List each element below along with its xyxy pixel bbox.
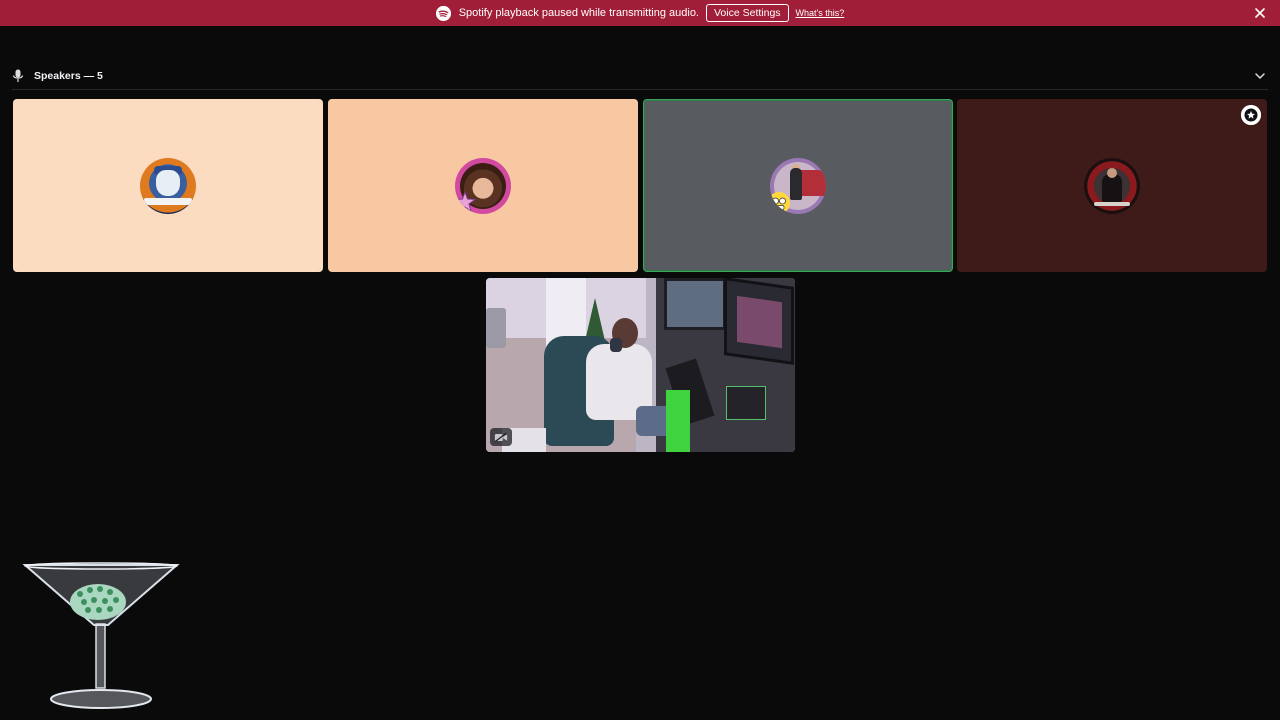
video-tile-streamer[interactable]	[486, 278, 795, 452]
speaker-tile-2[interactable]	[328, 99, 638, 272]
speaker-tile-1[interactable]	[13, 99, 323, 272]
star-decoration-icon	[455, 190, 477, 213]
close-icon[interactable]	[1252, 5, 1268, 21]
stage-moderator-icon	[1241, 105, 1261, 125]
whats-this-link[interactable]: What's this?	[796, 8, 845, 18]
chevron-down-icon[interactable]	[1254, 69, 1266, 81]
man-with-truck-avatar	[770, 157, 826, 214]
spotify-icon	[435, 5, 451, 21]
woman-portrait-avatar	[455, 157, 511, 214]
notice-bar: Spotify playback paused while transmitti…	[0, 0, 1280, 26]
emoji-icon	[770, 191, 790, 214]
camera-icon	[490, 428, 512, 446]
speakers-title: Speakers — 5	[34, 69, 103, 82]
speaker-tile-4[interactable]	[957, 99, 1267, 272]
speaker-tile-3[interactable]	[643, 99, 953, 272]
speakers-header: Speakers — 5	[12, 62, 1268, 90]
microphone-icon	[12, 69, 24, 83]
martini-glass-icon	[22, 562, 180, 709]
man-reading-avatar	[1084, 157, 1140, 214]
voice-settings-button[interactable]: Voice Settings	[706, 4, 789, 22]
wolf-logo-avatar	[140, 157, 196, 214]
notice-message: Spotify playback paused while transmitti…	[458, 7, 699, 19]
